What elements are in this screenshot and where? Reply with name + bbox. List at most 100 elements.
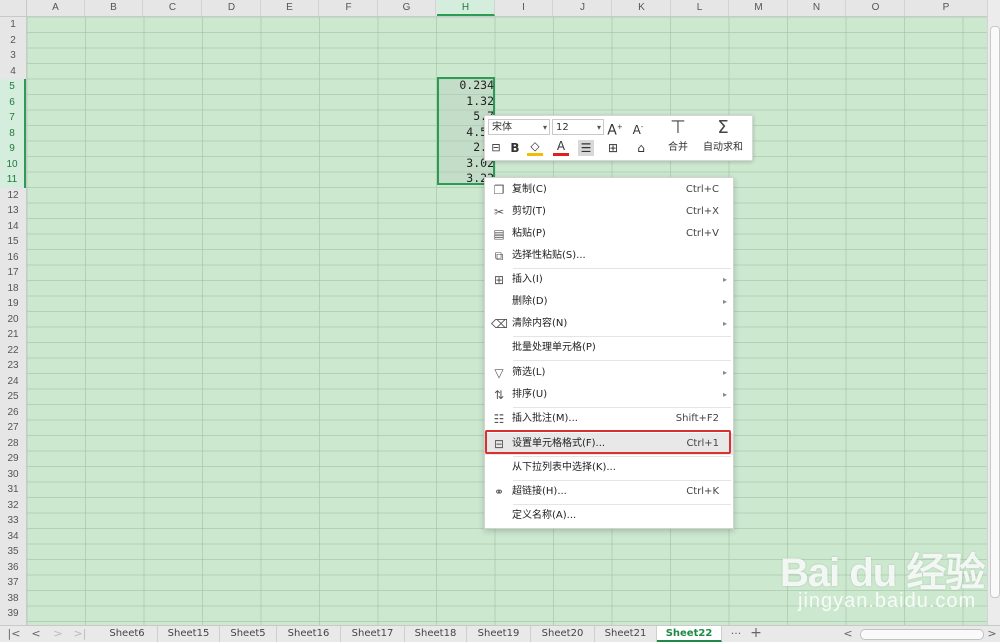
row-header[interactable]: 16 bbox=[0, 250, 26, 266]
column-header-h[interactable]: H bbox=[437, 0, 495, 16]
row-header[interactable]: 1 bbox=[0, 17, 26, 33]
more-sheets-icon[interactable]: ··· bbox=[728, 626, 744, 642]
font-size-select[interactable]: 12 ▾ bbox=[552, 119, 604, 135]
column-header-e[interactable]: E bbox=[261, 0, 319, 16]
align-center-icon[interactable]: ☰ bbox=[578, 140, 594, 156]
bold-icon[interactable]: B bbox=[507, 140, 523, 156]
last-sheet-icon[interactable]: >| bbox=[72, 626, 88, 642]
menu-item-batch-process[interactable]: 批量处理单元格(P) bbox=[485, 337, 733, 359]
sheet-tab[interactable]: Sheet18 bbox=[405, 626, 467, 642]
row-header[interactable]: 2 bbox=[0, 33, 26, 49]
row-header[interactable]: 24 bbox=[0, 374, 26, 390]
row-header[interactable]: 4 bbox=[0, 64, 26, 80]
scroll-left-icon[interactable]: < bbox=[840, 626, 856, 642]
menu-item-define-name[interactable]: 定义名称(A)... bbox=[485, 505, 733, 527]
column-header-k[interactable]: K bbox=[613, 0, 671, 16]
sheet-tab[interactable]: Sheet20 bbox=[531, 626, 595, 642]
row-header[interactable]: 31 bbox=[0, 482, 26, 498]
sheet-tab[interactable]: Sheet21 bbox=[595, 626, 657, 642]
row-header[interactable]: 28 bbox=[0, 436, 26, 452]
menu-item-copy[interactable]: ❐ 复制(C) Ctrl+C bbox=[485, 179, 733, 201]
row-header[interactable]: 27 bbox=[0, 420, 26, 436]
row-header[interactable]: 30 bbox=[0, 467, 26, 483]
prev-sheet-icon[interactable]: < bbox=[28, 626, 44, 642]
cell-h6[interactable]: 1.32 bbox=[440, 94, 494, 108]
row-header[interactable]: 23 bbox=[0, 358, 26, 374]
decrease-font-icon[interactable]: A- bbox=[630, 119, 646, 137]
column-header-j[interactable]: J bbox=[554, 0, 612, 16]
row-header[interactable]: 35 bbox=[0, 544, 26, 560]
column-header-i[interactable]: I bbox=[495, 0, 553, 16]
menu-item-hyperlink[interactable]: ⚭ 超链接(H)... Ctrl+K bbox=[485, 481, 733, 503]
sheet-tab[interactable]: Sheet15 bbox=[158, 626, 220, 642]
merge-button[interactable]: ⊤ 合并 bbox=[660, 118, 696, 154]
fill-color-icon[interactable]: ◇ bbox=[527, 140, 543, 156]
row-header[interactable]: 33 bbox=[0, 513, 26, 529]
column-header-d[interactable]: D bbox=[203, 0, 261, 16]
row-header[interactable]: 14 bbox=[0, 219, 26, 235]
column-header-n[interactable]: N bbox=[788, 0, 846, 16]
row-header[interactable]: 10 bbox=[0, 156, 26, 172]
menu-item-clear[interactable]: ⌫ 清除内容(N) ▸ bbox=[485, 313, 733, 335]
row-header[interactable]: 15 bbox=[0, 234, 26, 250]
row-header[interactable]: 12 bbox=[0, 188, 26, 204]
menu-item-filter[interactable]: ▽ 筛选(L) ▸ bbox=[485, 362, 733, 384]
row-header[interactable]: 18 bbox=[0, 281, 26, 297]
column-header-f[interactable]: F bbox=[320, 0, 378, 16]
row-header[interactable]: 25 bbox=[0, 389, 26, 405]
row-header[interactable]: 34 bbox=[0, 529, 26, 545]
next-sheet-icon[interactable]: > bbox=[50, 626, 66, 642]
row-header[interactable]: 37 bbox=[0, 575, 26, 591]
sheet-tab[interactable]: Sheet5 bbox=[220, 626, 277, 642]
row-header[interactable]: 20 bbox=[0, 312, 26, 328]
sheet-tab[interactable]: Sheet6 bbox=[97, 626, 158, 642]
scroll-thumb[interactable] bbox=[990, 26, 1000, 598]
increase-font-icon[interactable]: A+ bbox=[607, 119, 623, 139]
row-header[interactable]: 8 bbox=[0, 125, 26, 141]
row-header[interactable]: 11 bbox=[0, 172, 26, 188]
row-header[interactable]: 38 bbox=[0, 591, 26, 607]
sheet-tab[interactable]: Sheet16 bbox=[277, 626, 341, 642]
row-header[interactable]: 21 bbox=[0, 327, 26, 343]
sheet-tab[interactable]: Sheet19 bbox=[467, 626, 531, 642]
menu-item-insert[interactable]: ⊞ 插入(I) ▸ bbox=[485, 269, 733, 291]
select-all-corner[interactable] bbox=[0, 0, 27, 16]
column-header-g[interactable]: G bbox=[378, 0, 436, 16]
menu-item-pick-from-list[interactable]: 从下拉列表中选择(K)... bbox=[485, 457, 733, 479]
column-header-o[interactable]: O bbox=[847, 0, 905, 16]
row-header[interactable]: 29 bbox=[0, 451, 26, 467]
row-header[interactable]: 22 bbox=[0, 343, 26, 359]
row-header[interactable]: 3 bbox=[0, 48, 26, 64]
column-header-m[interactable]: M bbox=[730, 0, 788, 16]
menu-item-insert-comment[interactable]: ☷ 插入批注(M)... Shift+F2 bbox=[485, 408, 733, 430]
menu-item-paste[interactable]: ▤ 粘贴(P) Ctrl+V bbox=[485, 223, 733, 245]
column-header-c[interactable]: C bbox=[144, 0, 202, 16]
row-header[interactable]: 19 bbox=[0, 296, 26, 312]
row-header[interactable]: 26 bbox=[0, 405, 26, 421]
font-color-icon[interactable]: A bbox=[553, 140, 569, 156]
row-header[interactable]: 17 bbox=[0, 265, 26, 281]
add-sheet-icon[interactable]: + bbox=[748, 626, 764, 642]
menu-item-delete[interactable]: 删除(D) ▸ bbox=[485, 291, 733, 313]
column-header-l[interactable]: L bbox=[671, 0, 729, 16]
row-header[interactable]: 9 bbox=[0, 141, 26, 157]
row-header[interactable]: 5 bbox=[0, 79, 26, 95]
row-header[interactable]: 36 bbox=[0, 560, 26, 576]
menu-item-paste-special[interactable]: ⧉ 选择性粘贴(S)... bbox=[485, 245, 733, 267]
row-header[interactable]: 39 bbox=[0, 606, 26, 622]
column-header-a[interactable]: A bbox=[27, 0, 85, 16]
row-header[interactable]: 13 bbox=[0, 203, 26, 219]
sheet-tab[interactable]: Sheet17 bbox=[341, 626, 405, 642]
sheet-tab-active[interactable]: Sheet22 bbox=[657, 626, 722, 642]
column-header-b[interactable]: B bbox=[85, 0, 143, 16]
border-icon[interactable]: ⊞ bbox=[605, 140, 621, 156]
autosum-button[interactable]: Σ 自动求和 bbox=[697, 118, 749, 154]
cell-h5[interactable]: 0.234 bbox=[440, 78, 494, 92]
font-family-select[interactable]: 宋体 ▾ bbox=[488, 119, 550, 135]
row-header[interactable]: 7 bbox=[0, 110, 26, 126]
row-header[interactable]: 32 bbox=[0, 498, 26, 514]
format-painter-icon[interactable]: ⌂ bbox=[633, 140, 649, 156]
wrap-text-icon[interactable]: ⊟ bbox=[488, 140, 504, 156]
menu-item-sort[interactable]: ⇅ 排序(U) ▸ bbox=[485, 384, 733, 406]
first-sheet-icon[interactable]: |< bbox=[6, 626, 22, 642]
